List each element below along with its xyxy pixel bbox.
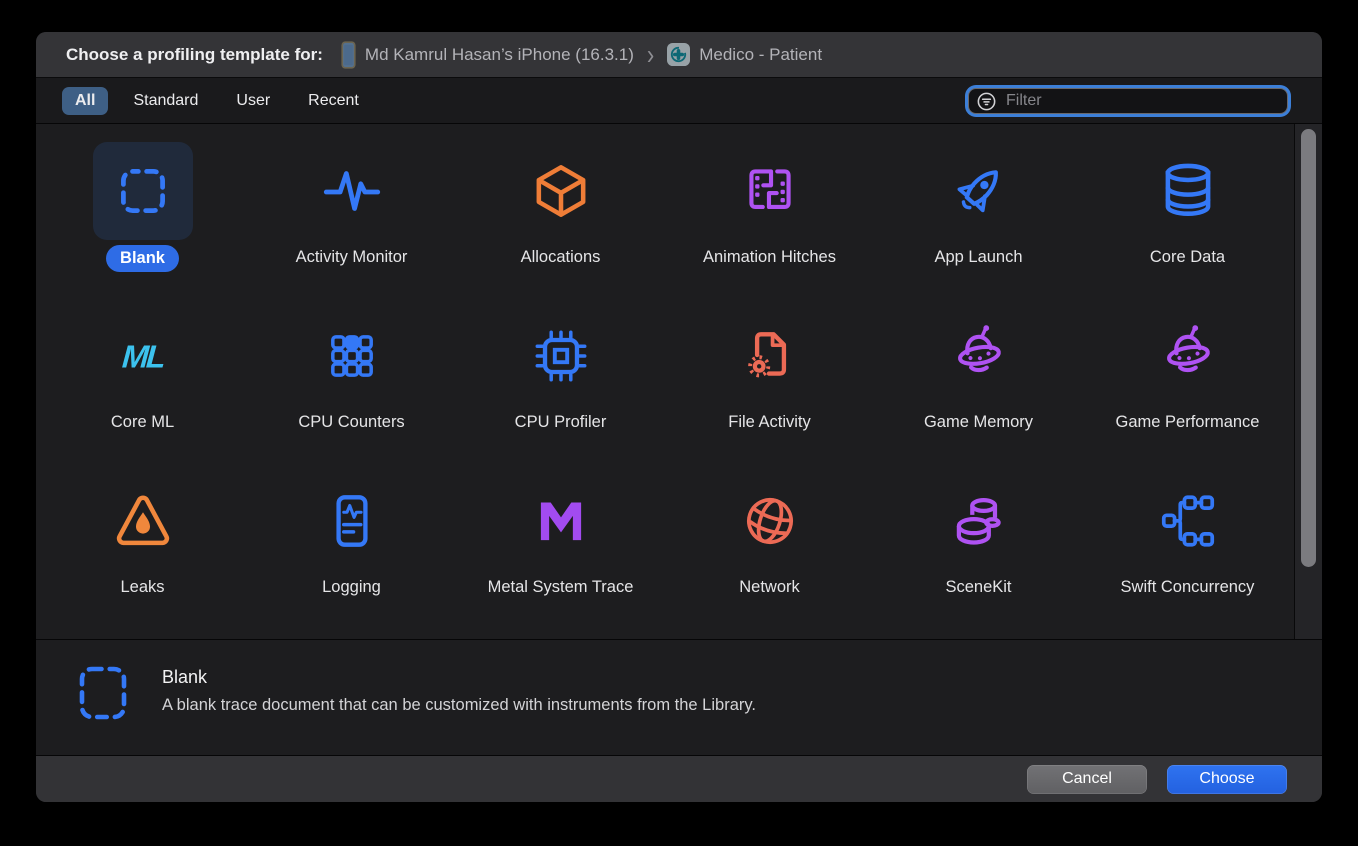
tab-user[interactable]: User [223, 87, 283, 115]
app-launch-icon [929, 142, 1029, 240]
activity-monitor-icon [302, 142, 402, 240]
template-label: Animation Hitches [703, 248, 836, 266]
scrollbar-track[interactable] [1294, 124, 1322, 639]
tab-standard[interactable]: Standard [120, 87, 211, 115]
template-label: Core ML [110, 413, 175, 431]
leaks-icon [93, 472, 193, 570]
chevron-separator-icon: › [646, 38, 655, 70]
template-item-cpu-profiler[interactable]: CPU Profiler [456, 307, 665, 472]
core-ml-icon: ML [93, 307, 193, 405]
cpu-profiler-icon [511, 307, 611, 405]
detail-title: Blank [162, 667, 208, 687]
template-label: Metal System Trace [487, 578, 634, 596]
blank-icon [92, 142, 193, 240]
tab-bar: All Standard User Recent [36, 78, 1322, 124]
template-label: Blank [106, 245, 179, 272]
filter-input[interactable] [1004, 91, 1280, 111]
filter-field[interactable] [968, 88, 1288, 114]
template-item-logging[interactable]: Logging [247, 472, 456, 637]
template-label: Activity Monitor [295, 248, 408, 266]
animation-hitches-icon [720, 142, 820, 240]
detail-description: A blank trace document that can be custo… [162, 696, 756, 714]
target-app-icon [667, 43, 691, 66]
allocations-icon [511, 142, 611, 240]
template-item-game-performance[interactable]: Game Performance [1083, 307, 1292, 472]
template-item-core-ml[interactable]: ML Core ML [38, 307, 247, 472]
dialog-title-bar: Choose a profiling template for: Md Kamr… [36, 32, 1322, 78]
template-label: Game Performance [1115, 413, 1260, 431]
template-item-allocations[interactable]: Allocations [456, 142, 665, 307]
dialog-title: Choose a profiling template for: [66, 44, 323, 64]
choose-button[interactable]: Choose [1167, 764, 1287, 794]
template-chooser-dialog: Choose a profiling template for: Md Kamr… [36, 32, 1322, 802]
scenekit-icon [929, 472, 1029, 570]
game-memory-icon [929, 307, 1029, 405]
template-label: Core Data [1149, 248, 1226, 266]
template-label: App Launch [934, 248, 1023, 266]
target-app-name: Medico - Patient [699, 44, 823, 64]
swift-concurrency-icon [1138, 472, 1238, 570]
template-item-leaks[interactable]: Leaks [38, 472, 247, 637]
template-item-activity-monitor[interactable]: Activity Monitor [247, 142, 456, 307]
template-item-game-memory[interactable]: Game Memory [874, 307, 1083, 472]
scrollbar-thumb[interactable] [1301, 129, 1316, 567]
device-name: Md Kamrul Hasan’s iPhone (16.3.1) [364, 44, 634, 64]
template-item-scenekit[interactable]: SceneKit [874, 472, 1083, 637]
template-label: Game Memory [923, 413, 1034, 431]
template-grid: Blank Activity Monitor Allocations Animati… [36, 124, 1294, 639]
iphone-device-icon [341, 40, 356, 69]
template-label: File Activity [728, 413, 811, 431]
template-item-cpu-counters[interactable]: CPU Counters [247, 307, 456, 472]
template-item-network[interactable]: Network [665, 472, 874, 637]
tab-all[interactable]: All [62, 86, 109, 115]
template-item-core-data[interactable]: Core Data [1083, 142, 1292, 307]
template-grid-area: Blank Activity Monitor Allocations Animati… [36, 124, 1322, 640]
tab-recent[interactable]: Recent [295, 87, 372, 115]
filter-icon [976, 91, 997, 112]
template-item-swift-concurrency[interactable]: Swift Concurrency [1083, 472, 1292, 637]
dialog-footer: Cancel Choose [36, 755, 1322, 802]
template-item-file-activity[interactable]: File Activity [665, 307, 874, 472]
tab-bar-tabs: All Standard User Recent [62, 86, 384, 115]
template-label: Network [739, 578, 800, 596]
metal-icon [511, 472, 611, 570]
template-item-metal[interactable]: Metal System Trace [456, 472, 665, 637]
logging-icon [302, 472, 402, 570]
selected-template-detail: Blank A blank trace document that can be… [36, 640, 1322, 755]
template-label: Swift Concurrency [1120, 578, 1255, 596]
template-item-app-launch[interactable]: App Launch [874, 142, 1083, 307]
template-label: SceneKit [945, 578, 1012, 596]
network-icon [720, 472, 820, 570]
cpu-counters-icon [302, 307, 402, 405]
template-item-blank[interactable]: Blank [38, 142, 247, 307]
cancel-button[interactable]: Cancel [1027, 764, 1147, 794]
template-label: Leaks [120, 578, 165, 596]
file-activity-icon [720, 307, 820, 405]
core-data-icon [1138, 142, 1238, 240]
template-label: CPU Counters [298, 413, 405, 431]
game-performance-icon [1138, 307, 1238, 405]
blank-detail-icon [78, 665, 128, 721]
template-label: Logging [322, 578, 381, 596]
svg-text:ML: ML [120, 338, 165, 374]
template-item-animation-hitches[interactable]: Animation Hitches [665, 142, 874, 307]
template-label: CPU Profiler [514, 413, 607, 431]
template-label: Allocations [520, 248, 601, 266]
